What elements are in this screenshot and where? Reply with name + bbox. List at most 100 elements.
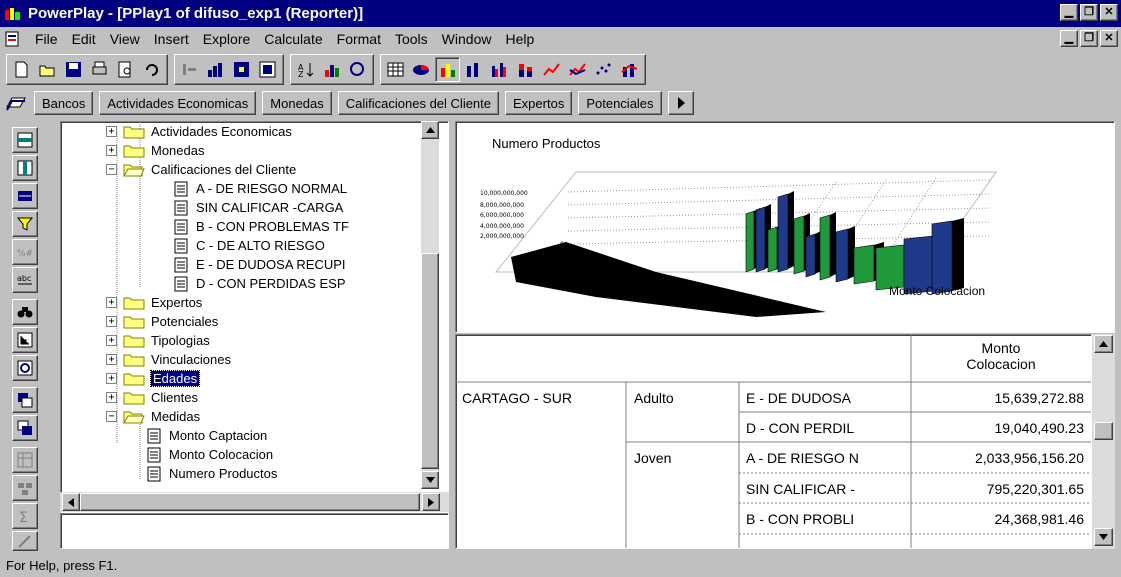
menu-explore[interactable]: Explore	[196, 31, 257, 47]
tree-scroll-right-button[interactable]	[422, 493, 440, 511]
sum-button[interactable]: Σ	[12, 503, 38, 529]
swap-rows-columns-button[interactable]	[12, 183, 38, 209]
chart-bar[interactable]	[777, 193, 789, 273]
undo-button[interactable]	[139, 57, 164, 82]
minimize-button[interactable]: ▁	[1060, 4, 1078, 21]
explore-button[interactable]	[12, 355, 38, 381]
display-simple-bar-button[interactable]	[461, 57, 486, 82]
dim-tab-expertos[interactable]: Expertos	[505, 91, 573, 115]
dim-tab-potenciales[interactable]: Potenciales	[578, 91, 662, 115]
grid-scroll-down-button[interactable]	[1094, 528, 1113, 546]
expand-icon[interactable]: +	[106, 354, 117, 365]
document-icon[interactable]	[4, 31, 22, 47]
dim-scroll-right-button[interactable]	[667, 91, 694, 115]
nest-button[interactable]	[255, 57, 280, 82]
tree-row[interactable]: + Monedas	[106, 141, 204, 160]
age-cell[interactable]: Joven	[634, 450, 734, 466]
expand-icon[interactable]: +	[106, 392, 117, 403]
tree-row[interactable]: − Calificaciones del Cliente	[106, 160, 296, 179]
tree-row[interactable]: E - DE DUDOSA RECUPI	[174, 255, 346, 274]
display-scatter-button[interactable]	[591, 57, 616, 82]
category-cell[interactable]: SIN CALIFICAR -	[746, 481, 908, 497]
tree-row[interactable]: B - CON PROBLEMAS TF	[174, 217, 349, 236]
value-cell[interactable]: 24,368,981.46	[912, 511, 1084, 527]
tree-scroll-up-button[interactable]	[421, 121, 439, 139]
value-cell[interactable]: 2,033,956,156.20	[912, 450, 1084, 466]
menu-insert[interactable]: Insert	[147, 31, 196, 47]
print-button[interactable]	[87, 57, 112, 82]
dim-tab-bancos[interactable]: Bancos	[34, 91, 94, 115]
value-cell[interactable]: 15,639,272.88	[912, 390, 1084, 406]
menu-edit[interactable]: Edit	[65, 31, 103, 47]
tree-row[interactable]: + Potenciales	[106, 312, 218, 331]
menu-tools[interactable]: Tools	[388, 31, 435, 47]
percent-button[interactable]: %#	[12, 239, 38, 265]
doc-close-button[interactable]: ✕	[1100, 30, 1118, 47]
chart-bar[interactable]	[793, 215, 805, 275]
open-button[interactable]	[35, 57, 60, 82]
find-button[interactable]	[12, 299, 38, 325]
rank-button[interactable]	[319, 57, 344, 82]
display-pie-button[interactable]	[409, 57, 434, 82]
chart-bar[interactable]	[853, 244, 875, 285]
explain-button[interactable]	[345, 57, 370, 82]
display-crosstab-button[interactable]	[383, 57, 408, 82]
measure-header[interactable]: Monto Colocacion	[916, 340, 1086, 372]
chart-layout-button[interactable]	[12, 475, 38, 501]
tree-scroll-thumb[interactable]	[421, 253, 439, 469]
insert-column-button[interactable]	[12, 155, 38, 181]
display-line-button[interactable]	[539, 57, 564, 82]
tree-row[interactable]: SIN CALIFICAR -CARGA	[174, 198, 343, 217]
tree-horizontal-scrollbar[interactable]	[60, 492, 449, 512]
category-cell[interactable]: B - CON PROBLI	[746, 511, 908, 527]
tree-row[interactable]: Numero Productos	[147, 464, 277, 483]
display-3d-bar-button[interactable]	[435, 56, 460, 82]
tree-row[interactable]: + Tipologias	[106, 331, 210, 350]
calculate-button[interactable]	[12, 531, 38, 551]
chart-bar[interactable]	[819, 214, 831, 281]
tree-row[interactable]: − Medidas	[106, 407, 200, 426]
tree-row[interactable]: C - DE ALTO RIESGO	[174, 236, 325, 255]
value-cell[interactable]: 19,040,490.23	[912, 420, 1084, 436]
tree-vertical-scrollbar[interactable]	[421, 121, 439, 489]
value-cell[interactable]: 795,220,301.65	[912, 481, 1084, 497]
tree-row[interactable]: + Clientes	[106, 388, 198, 407]
tree-row[interactable]: Monto Captacion	[147, 426, 267, 445]
menu-view[interactable]: View	[103, 31, 147, 47]
paste-layout-button[interactable]	[12, 415, 38, 441]
expand-icon[interactable]: +	[106, 316, 117, 327]
sort-button[interactable]: AZ	[293, 57, 318, 82]
chart-bar[interactable]	[755, 206, 766, 273]
tree-scroll-left-button[interactable]	[62, 493, 80, 511]
tree-row[interactable]: + Expertos	[106, 293, 202, 312]
chart-bar[interactable]	[805, 233, 816, 278]
region-cell[interactable]: CARTAGO - SUR	[462, 389, 612, 407]
expand-icon[interactable]: +	[106, 145, 117, 156]
age-cell[interactable]: Adulto	[634, 390, 734, 406]
expand-icon[interactable]: +	[106, 126, 117, 137]
tree-row[interactable]: Monto Colocacion	[147, 445, 273, 464]
grid-scroll-thumb[interactable]	[1094, 422, 1113, 440]
category-cell[interactable]: D - CON PERDIL	[746, 420, 908, 436]
doc-restore-button[interactable]: ❐	[1080, 30, 1098, 47]
hierarchy-button[interactable]	[12, 327, 38, 353]
tree-hscroll-thumb[interactable]	[80, 493, 420, 511]
layout-button[interactable]	[12, 447, 38, 473]
display-correlation-button[interactable]	[617, 57, 642, 82]
dim-tab-calificaciones[interactable]: Calificaciones del Cliente	[337, 91, 500, 115]
collapse-icon[interactable]: −	[106, 164, 117, 175]
expand-icon[interactable]: +	[106, 373, 117, 384]
close-button[interactable]: ✕	[1100, 4, 1118, 21]
filter-button[interactable]	[12, 211, 38, 237]
display-multiline-button[interactable]	[565, 57, 590, 82]
crosstab-button[interactable]	[229, 57, 254, 82]
dim-tab-actividades-economicas[interactable]: Actividades Economicas	[99, 91, 257, 115]
menu-help[interactable]: Help	[498, 31, 541, 47]
menu-file[interactable]: File	[28, 31, 65, 47]
category-cell[interactable]: A - DE RIESGO N	[746, 450, 908, 466]
tree-row[interactable]: + Edades	[106, 369, 201, 388]
grid-scroll-up-button[interactable]	[1094, 335, 1113, 353]
tree-row[interactable]: A - DE RIESGO NORMAL	[174, 179, 347, 198]
chart-bar[interactable]	[835, 228, 849, 283]
menu-format[interactable]: Format	[330, 31, 388, 47]
